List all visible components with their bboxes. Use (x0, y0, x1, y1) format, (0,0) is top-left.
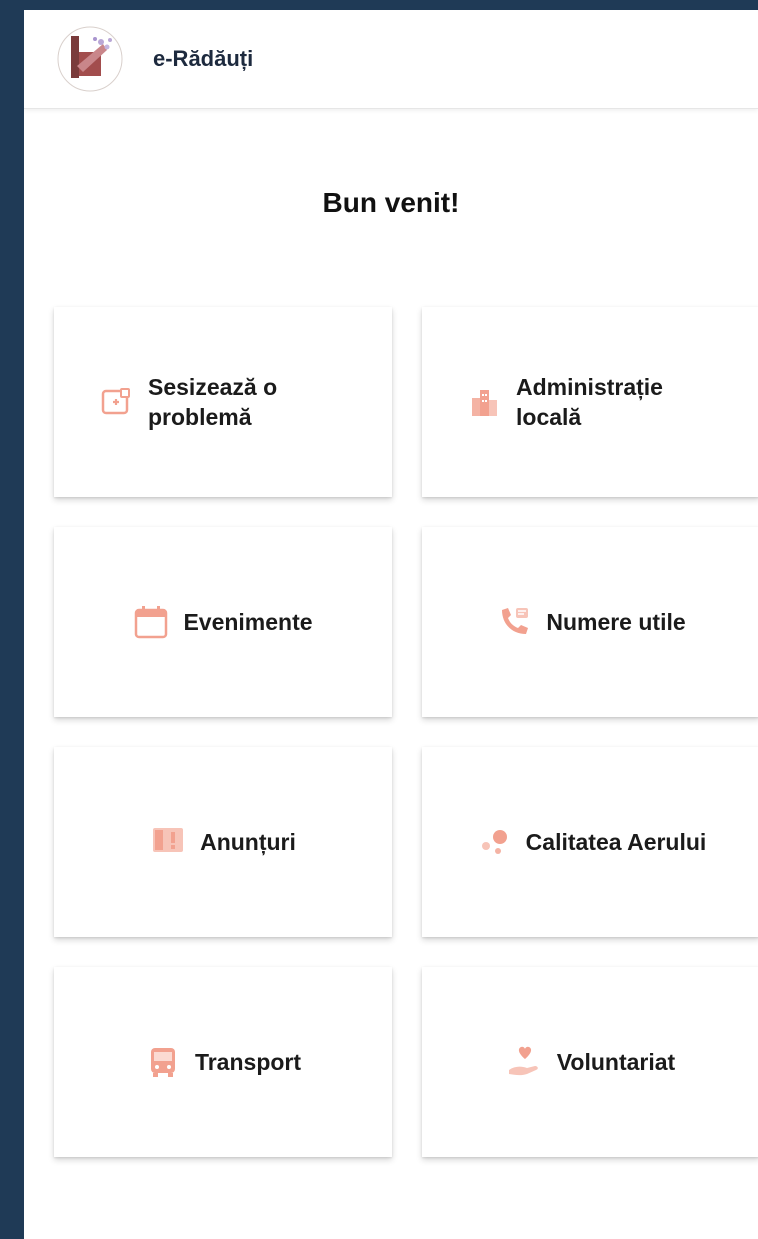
tile-label: Administrație locală (516, 374, 663, 430)
welcome-heading: Bun venit! (322, 187, 460, 218)
app-bar: e-Rădăuți (24, 10, 758, 109)
bus-icon (150, 1048, 175, 1077)
tile-label: Calitatea Aerului (525, 829, 707, 855)
tile-label: Sesizează o problemă (148, 374, 278, 430)
tile-label: Evenimente (183, 609, 313, 635)
app-title: e-Rădăuți (153, 46, 254, 71)
heart-hand-icon (508, 1046, 538, 1076)
tile-local-administration[interactable]: Administrație locală (422, 307, 758, 497)
tile-volunteering[interactable]: Voluntariat (422, 967, 758, 1157)
tile-report-problem[interactable]: Sesizează o problemă (54, 307, 392, 497)
tile-announcements[interactable]: Anunțuri (54, 747, 392, 937)
tile-transport[interactable]: Transport (54, 967, 392, 1157)
report-problem-icon (101, 388, 130, 415)
tile-label: Voluntariat (556, 1049, 676, 1075)
tile-useful-numbers[interactable]: Numere utile (422, 527, 758, 717)
city-buildings-icon (472, 390, 497, 416)
tile-label: Numere utile (546, 609, 686, 635)
tile-events[interactable]: Evenimente (54, 527, 392, 717)
menu-grid: Sesizează o problemă Administrație local… (54, 307, 758, 1157)
announcement-icon (153, 828, 184, 852)
tile-air-quality[interactable]: Calitatea Aerului (422, 747, 758, 937)
tile-label: Transport (194, 1049, 302, 1075)
calendar-icon (135, 606, 168, 639)
phone-call-icon (502, 608, 529, 634)
air-quality-icon (481, 830, 507, 854)
tile-label: Anunțuri (200, 829, 296, 855)
app-logo[interactable] (57, 26, 123, 92)
